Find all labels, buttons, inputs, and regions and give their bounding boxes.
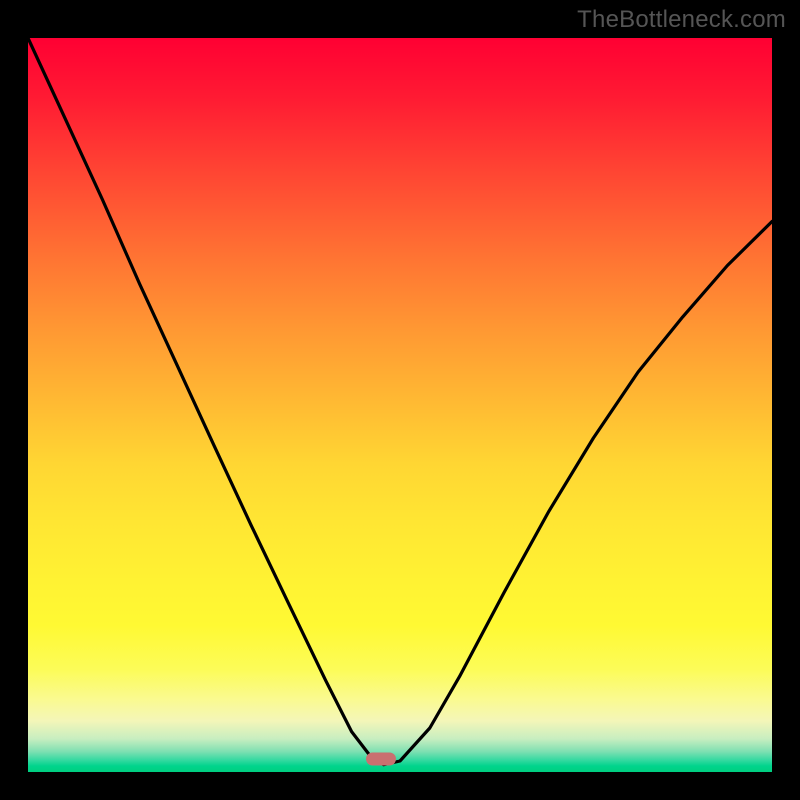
watermark-text: TheBottleneck.com bbox=[577, 6, 786, 34]
bottleneck-curve bbox=[28, 38, 772, 772]
plot-area bbox=[28, 38, 772, 772]
chart-frame: TheBottleneck.com bbox=[0, 0, 800, 800]
optimum-marker bbox=[366, 752, 396, 765]
